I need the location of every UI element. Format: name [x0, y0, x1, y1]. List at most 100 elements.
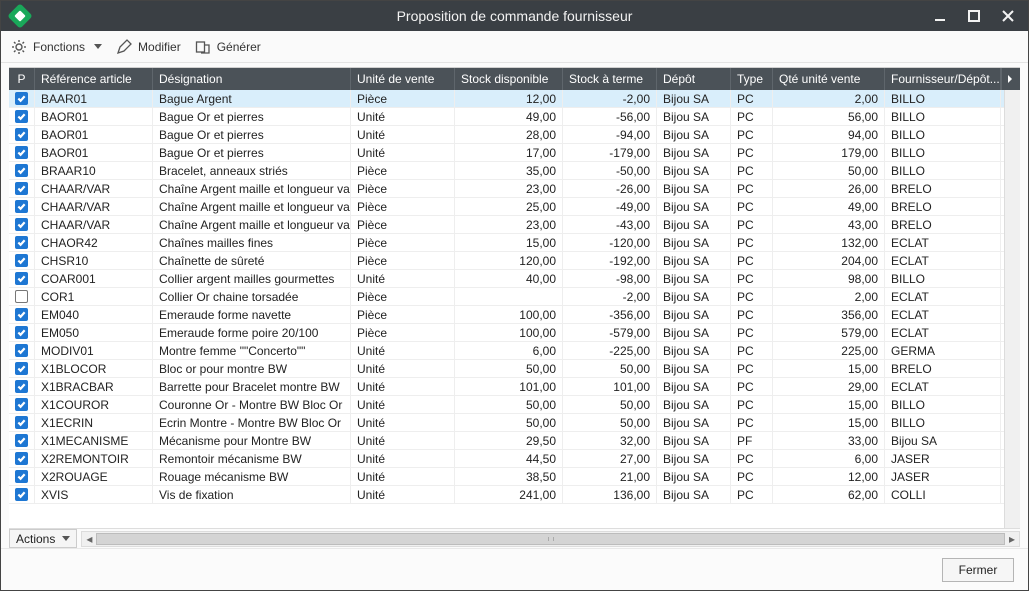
checkbox-icon[interactable] [15, 200, 28, 213]
checkbox-icon[interactable] [15, 146, 28, 159]
checkbox-icon[interactable] [15, 434, 28, 447]
table-row[interactable]: X2ROUAGERouage mécanisme BWUnité38,5021,… [9, 468, 1020, 486]
table-row[interactable]: XVISVis de fixationUnité241,00136,00Bijo… [9, 486, 1020, 504]
actions-menu[interactable]: Actions [9, 529, 77, 548]
row-checkbox-cell[interactable] [9, 486, 35, 503]
table-row[interactable]: COR1Collier Or chaine torsadéePièce-2,00… [9, 288, 1020, 306]
table-row[interactable]: BAAR01Bague ArgentPièce12,00-2,00Bijou S… [9, 90, 1020, 108]
grid-body[interactable]: BAAR01Bague ArgentPièce12,00-2,00Bijou S… [9, 90, 1020, 528]
scroll-thumb[interactable] [96, 533, 1005, 545]
row-checkbox-cell[interactable] [9, 198, 35, 215]
table-row[interactable]: BAOR01Bague Or et pierresUnité17,00-179,… [9, 144, 1020, 162]
checkbox-icon[interactable] [15, 380, 28, 393]
checkbox-icon[interactable] [15, 470, 28, 483]
checkbox-icon[interactable] [15, 254, 28, 267]
column-header[interactable]: P [9, 68, 35, 90]
row-checkbox-cell[interactable] [9, 216, 35, 233]
checkbox-icon[interactable] [15, 416, 28, 429]
row-checkbox-cell[interactable] [9, 90, 35, 107]
checkbox-icon[interactable] [15, 290, 28, 303]
row-checkbox-cell[interactable] [9, 468, 35, 485]
row-checkbox-cell[interactable] [9, 108, 35, 125]
checkbox-icon[interactable] [15, 164, 28, 177]
row-checkbox-cell[interactable] [9, 414, 35, 431]
scroll-right-arrow[interactable]: ▸ [1005, 532, 1019, 546]
table-row[interactable]: EM050Emeraude forme poire 20/100Pièce100… [9, 324, 1020, 342]
column-header[interactable]: Dépôt [657, 68, 731, 90]
table-row[interactable]: CHAAR/VARChaîne Argent maille et longueu… [9, 216, 1020, 234]
row-checkbox-cell[interactable] [9, 270, 35, 287]
table-row[interactable]: CHAAR/VARChaîne Argent maille et longueu… [9, 198, 1020, 216]
row-checkbox-cell[interactable] [9, 342, 35, 359]
fonctions-menu[interactable]: Fonctions [11, 39, 102, 55]
cell-type: PC [731, 324, 773, 341]
table-row[interactable]: EM040Emeraude forme navettePièce100,00-3… [9, 306, 1020, 324]
generer-button[interactable]: Générer [195, 39, 261, 55]
table-row[interactable]: CHSR10Chaînette de sûretéPièce120,00-192… [9, 252, 1020, 270]
row-checkbox-cell[interactable] [9, 378, 35, 395]
table-row[interactable]: X1ECRINEcrin Montre - Montre BW Bloc OrU… [9, 414, 1020, 432]
row-checkbox-cell[interactable] [9, 360, 35, 377]
row-checkbox-cell[interactable] [9, 432, 35, 449]
table-row[interactable]: BAOR01Bague Or et pierresUnité49,00-56,0… [9, 108, 1020, 126]
checkbox-icon[interactable] [15, 452, 28, 465]
column-header[interactable]: Type [731, 68, 773, 90]
checkbox-icon[interactable] [15, 236, 28, 249]
column-header[interactable]: Stock disponible [455, 68, 563, 90]
row-checkbox-cell[interactable] [9, 324, 35, 341]
column-header[interactable]: Stock à terme [563, 68, 657, 90]
scroll-columns-right[interactable] [1001, 68, 1017, 90]
scroll-left-arrow[interactable]: ◂ [82, 532, 96, 546]
checkbox-icon[interactable] [15, 326, 28, 339]
checkbox-icon[interactable] [15, 92, 28, 105]
table-row[interactable]: CHAOR42Chaînes mailles finesPièce15,00-1… [9, 234, 1020, 252]
checkbox-icon[interactable] [15, 398, 28, 411]
row-checkbox-cell[interactable] [9, 180, 35, 197]
checkbox-icon[interactable] [15, 308, 28, 321]
checkbox-icon[interactable] [15, 488, 28, 501]
checkbox-icon[interactable] [15, 128, 28, 141]
row-checkbox-cell[interactable] [9, 396, 35, 413]
modifier-button[interactable]: Modifier [116, 39, 181, 55]
checkbox-icon[interactable] [15, 182, 28, 195]
column-header[interactable]: Fournisseur/Dépôt... [885, 68, 1001, 90]
checkbox-icon[interactable] [15, 218, 28, 231]
checkbox-icon[interactable] [15, 362, 28, 375]
checkbox-icon[interactable] [15, 344, 28, 357]
cell-stock-disponible: 241,00 [455, 486, 563, 503]
table-row[interactable]: X1COURORCouronne Or - Montre BW Bloc OrU… [9, 396, 1020, 414]
table-row[interactable]: MODIV01Montre femme ""Concerto""Unité6,0… [9, 342, 1020, 360]
column-header[interactable]: Unité de vente [351, 68, 455, 90]
checkbox-icon[interactable] [15, 272, 28, 285]
table-row[interactable]: CHAAR/VARChaîne Argent maille et longueu… [9, 180, 1020, 198]
row-checkbox-cell[interactable] [9, 252, 35, 269]
row-checkbox-cell[interactable] [9, 288, 35, 305]
cell-stock-terme: 27,00 [563, 450, 657, 467]
table-row[interactable]: BAOR01Bague Or et pierresUnité28,00-94,0… [9, 126, 1020, 144]
cell-unit: Pièce [351, 234, 455, 251]
cell-type: PC [731, 360, 773, 377]
table-row[interactable]: BRAAR10Bracelet, anneaux striésPièce35,0… [9, 162, 1020, 180]
checkbox-icon[interactable] [15, 110, 28, 123]
row-checkbox-cell[interactable] [9, 126, 35, 143]
table-row[interactable]: X1BRACBARBarrette pour Bracelet montre B… [9, 378, 1020, 396]
row-checkbox-cell[interactable] [9, 144, 35, 161]
row-checkbox-cell[interactable] [9, 162, 35, 179]
row-checkbox-cell[interactable] [9, 306, 35, 323]
minimize-button[interactable] [926, 5, 954, 27]
table-row[interactable]: X2REMONTOIRRemontoir mécanisme BWUnité44… [9, 450, 1020, 468]
column-header[interactable]: Qté unité vente [773, 68, 885, 90]
table-row[interactable]: COAR001Collier argent mailles gourmettes… [9, 270, 1020, 288]
column-header[interactable]: Désignation [153, 68, 351, 90]
fonctions-label: Fonctions [33, 40, 85, 54]
row-checkbox-cell[interactable] [9, 234, 35, 251]
close-window-button[interactable] [994, 5, 1022, 27]
maximize-button[interactable] [960, 5, 988, 27]
horizontal-scrollbar[interactable]: ◂ ▸ [81, 531, 1020, 547]
close-button[interactable]: Fermer [942, 558, 1014, 582]
row-checkbox-cell[interactable] [9, 450, 35, 467]
vertical-scrollbar[interactable] [1004, 90, 1020, 528]
column-header[interactable]: Référence article [35, 68, 153, 90]
table-row[interactable]: X1MECANISMEMécanisme pour Montre BWUnité… [9, 432, 1020, 450]
table-row[interactable]: X1BLOCORBloc or pour montre BWUnité50,00… [9, 360, 1020, 378]
